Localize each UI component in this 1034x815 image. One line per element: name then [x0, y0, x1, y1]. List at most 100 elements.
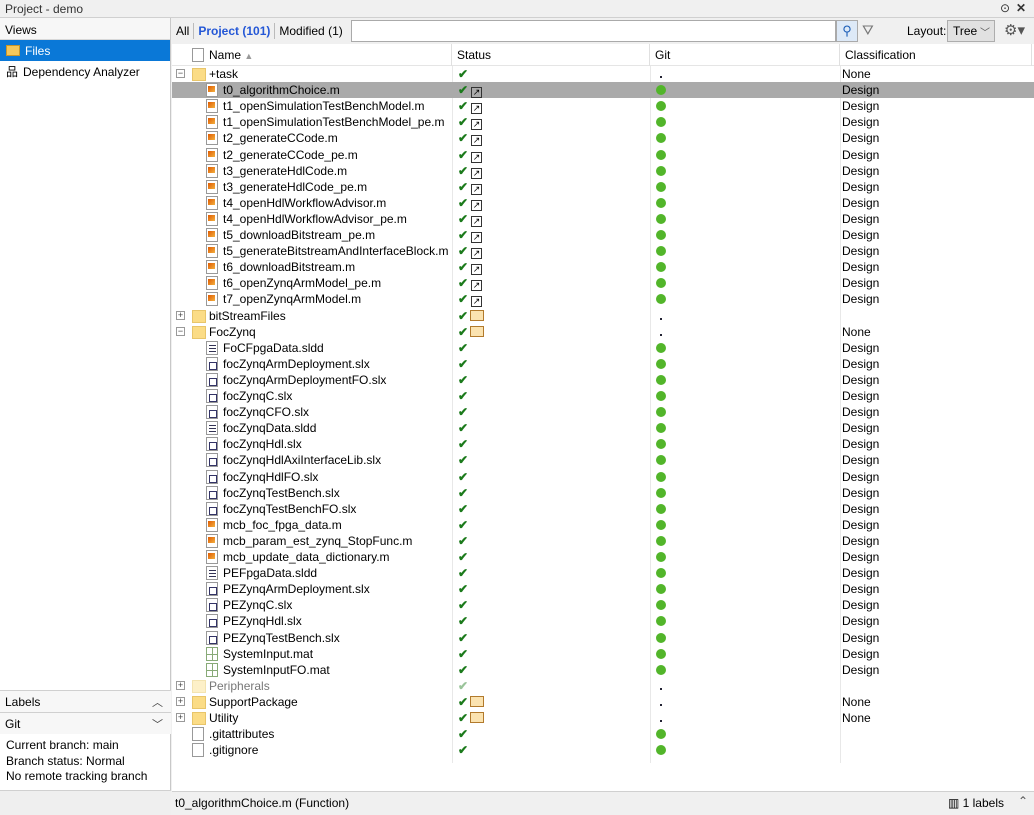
column-git[interactable]: Git [650, 44, 840, 66]
search-input[interactable] [351, 20, 836, 42]
window-menu-icon[interactable]: ⊙ [1000, 1, 1010, 15]
file-name: focZynqArmDeploymentFO.slx [223, 372, 387, 387]
table-row[interactable]: + bitStreamFiles ✔ [172, 308, 1034, 324]
collapse-icon[interactable]: − [176, 69, 185, 78]
expand-icon[interactable]: + [176, 310, 185, 320]
collapse-icon[interactable]: − [176, 326, 185, 336]
table-row[interactable]: t4_openHdlWorkflowAdvisor_pe.m ✔ ↗ Design [172, 211, 1034, 227]
table-row[interactable]: t5_downloadBitstream_pe.m ✔ ↗ Design [172, 227, 1034, 243]
close-icon[interactable]: ✕ [1016, 1, 1026, 15]
git-unmodified-icon [656, 745, 666, 756]
table-row[interactable]: focZynqTestBenchFO.slx ✔ Design [172, 501, 1034, 517]
classification-cell: Design [842, 501, 880, 516]
chevron-up-icon[interactable]: ︿ [152, 694, 163, 710]
view-label: Files [25, 43, 51, 58]
selection-info: t0_algorithmChoice.m (Function) [175, 796, 350, 810]
table-row[interactable]: mcb_update_data_dictionary.m ✔ Design [172, 549, 1034, 565]
expand-icon[interactable]: + [176, 696, 185, 706]
expand-icon[interactable]: + [176, 680, 185, 690]
classification-cell: Design [842, 147, 880, 162]
table-row[interactable]: PEFpgaData.sldd ✔ Design [172, 565, 1034, 581]
table-row[interactable]: mcb_param_est_zynq_StopFunc.m ✔ Design [172, 533, 1034, 549]
table-row[interactable]: .gitattributes ✔ [172, 726, 1034, 742]
table-row[interactable]: − FocZynq ✔ None [172, 324, 1034, 340]
classification-cell: Design [842, 356, 880, 371]
table-row[interactable]: + SupportPackage ✔ None [172, 694, 1034, 710]
table-row[interactable]: focZynqArmDeploymentFO.slx ✔ Design [172, 372, 1034, 388]
layout-select[interactable]: Tree ﹀ [947, 20, 995, 42]
table-row[interactable]: SystemInput.mat ✔ Design [172, 646, 1034, 662]
slx-file-icon [206, 582, 218, 597]
table-row[interactable]: focZynqC.slx ✔ Design [172, 388, 1034, 404]
search-icon[interactable]: ⚲ [836, 20, 858, 42]
git-unmodified-icon [656, 374, 666, 385]
table-row[interactable]: t0_algorithmChoice.m ✔ ↗ Design [172, 82, 1034, 99]
tab-all[interactable]: All [172, 24, 193, 38]
table-row[interactable]: − +task ✔ None [172, 66, 1034, 82]
table-row[interactable]: focZynqHdl.slx ✔ Design [172, 436, 1034, 452]
tab-modified[interactable]: Modified (1) [275, 24, 346, 38]
column-classification[interactable]: Classification [840, 44, 1032, 66]
table-row[interactable]: SystemInputFO.mat ✔ Design [172, 662, 1034, 678]
file-name: t6_downloadBitstream.m [223, 260, 356, 275]
table-row[interactable]: focZynqData.sldd ✔ Design [172, 420, 1034, 436]
table-row[interactable]: + Peripherals ✔ [172, 678, 1034, 694]
column-status[interactable]: Status [452, 44, 650, 66]
shortcut-icon: ↗ [471, 135, 483, 147]
expand-icon[interactable]: ⌃ [1018, 794, 1028, 808]
git-panel-header[interactable]: Git ﹀ [0, 712, 171, 734]
m-file-icon [206, 292, 218, 307]
sldd-file-icon [206, 421, 218, 436]
table-row[interactable]: + Utility ✔ None [172, 710, 1034, 726]
status-cell: ✔ [458, 517, 468, 533]
table-row[interactable]: t2_generateCCode.m ✔ ↗ Design [172, 130, 1034, 147]
table-row[interactable]: t3_generateHdlCode_pe.m ✔ ↗ Design [172, 179, 1034, 195]
file-name: t3_generateHdlCode.m [223, 163, 348, 178]
chevron-down-icon[interactable]: ﹀ [152, 716, 163, 732]
table-row[interactable]: PEZynqHdl.slx ✔ Design [172, 613, 1034, 629]
git-unmodified-icon [656, 165, 666, 176]
check-icon: ✔ [458, 115, 469, 130]
view-item-files[interactable]: Files [0, 40, 170, 61]
table-row[interactable]: mcb_foc_fpga_data.m ✔ Design [172, 517, 1034, 533]
file-name: t0_algorithmChoice.m [223, 83, 340, 98]
expand-icon[interactable]: + [176, 713, 185, 722]
table-row[interactable]: t1_openSimulationTestBenchModel.m ✔ ↗ Desig… [172, 98, 1034, 115]
table-row[interactable]: PEZynqTestBench.slx ✔ Design [172, 630, 1034, 646]
table-row[interactable]: t6_downloadBitstream.m ✔ ↗ Design [172, 259, 1034, 276]
table-row[interactable]: t3_generateHdlCode.m ✔ ↗ Design [172, 163, 1034, 179]
sldd-file-icon [206, 340, 218, 355]
table-row[interactable]: FoCFpgaData.sldd ✔ Design [172, 340, 1034, 356]
gear-icon[interactable]: ⚙▾ [1004, 21, 1025, 39]
column-name[interactable]: Name ▲ [172, 44, 452, 66]
status-cell: ✔ [458, 340, 468, 356]
table-row[interactable]: focZynqHdlFO.slx ✔ Design [172, 469, 1034, 485]
labels-panel-header[interactable]: Labels ︿ [0, 690, 171, 712]
git-unmodified-icon [656, 149, 666, 160]
status-cell: ✔ ↗ [458, 291, 483, 308]
table-row[interactable]: PEZynqC.slx ✔ Design [172, 597, 1034, 613]
table-row[interactable]: t4_openHdlWorkflowAdvisor.m ✔ ↗ Design [172, 195, 1034, 211]
table-row[interactable]: focZynqHdlAxiInterfaceLib.slx ✔ Design [172, 452, 1034, 468]
labels-indicator[interactable]: ▥ 1 labels [948, 796, 1004, 810]
table-row[interactable]: focZynqCFO.slx ✔ Design [172, 404, 1034, 420]
check-icon: ✔ [458, 501, 469, 516]
table-row[interactable]: focZynqTestBench.slx ✔ Design [172, 485, 1034, 501]
tab-project[interactable]: Project (101) [194, 24, 274, 38]
table-row[interactable]: focZynqArmDeployment.slx ✔ Design [172, 356, 1034, 372]
table-row[interactable]: t1_openSimulationTestBenchModel_pe.m ✔ ↗ De… [172, 114, 1034, 131]
slx-file-icon [206, 389, 218, 403]
git-unmodified-icon [656, 246, 666, 257]
table-row[interactable]: PEZynqArmDeployment.slx ✔ Design [172, 581, 1034, 597]
table-row[interactable]: t7_openZynqArmModel.m ✔ ↗ Design [172, 291, 1034, 308]
table-row[interactable]: t2_generateCCode_pe.m ✔ ↗ Design [172, 147, 1034, 163]
file-name: PEZynqHdl.slx [223, 614, 302, 629]
table-row[interactable]: t5_generateBitstreamAndInterfaceBlock.m ✔… [172, 243, 1034, 260]
table-row[interactable]: .gitignore ✔ [172, 742, 1034, 758]
git-cell [656, 291, 666, 307]
git-cell [656, 275, 666, 291]
table-row[interactable]: t6_openZynqArmModel_pe.m ✔ ↗ Design [172, 275, 1034, 292]
classification-cell: Design [842, 179, 880, 194]
view-item-dependency-analyzer[interactable]: 品 Dependency Analyzer [0, 61, 170, 82]
filter-icon[interactable]: ⛛ [862, 22, 874, 39]
